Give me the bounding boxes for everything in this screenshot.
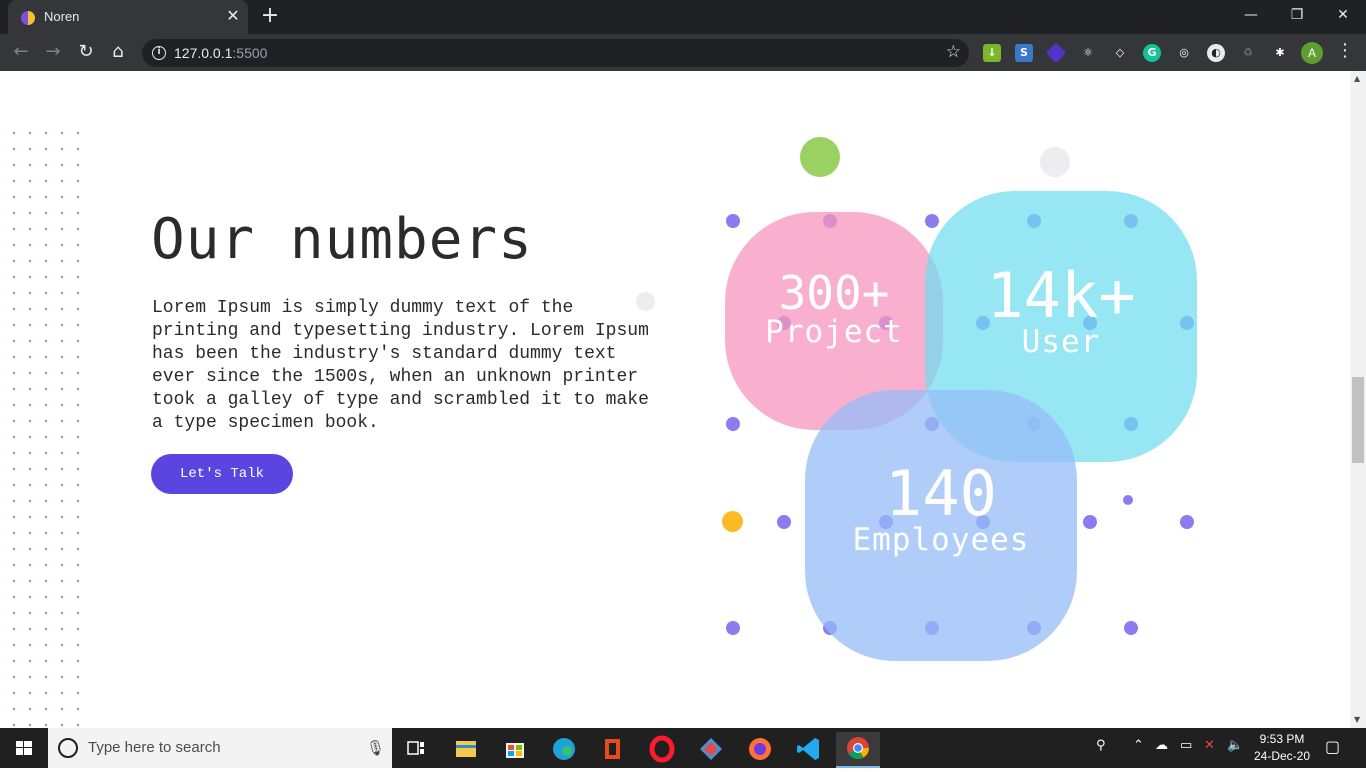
stat-value: 300+ — [778, 266, 890, 320]
decorative-dot-grid — [6, 125, 86, 728]
forward-button[interactable]: → — [40, 40, 66, 66]
stat-value: 140 — [885, 457, 997, 530]
react-extension-icon[interactable]: ⚛ — [1079, 44, 1097, 62]
microphone-icon[interactable]: 🎙 — [366, 739, 385, 757]
close-tab-icon[interactable]: ✕ — [223, 6, 243, 26]
circle-extension-icon[interactable]: ◐ — [1207, 44, 1225, 62]
section-description: Lorem Ipsum is simply dummy text of the … — [152, 298, 649, 433]
decorative-dot — [925, 214, 939, 228]
stat-label: User — [1021, 324, 1101, 360]
reload-button[interactable]: ↻ — [73, 40, 99, 66]
decorative-yellow-ball — [722, 511, 743, 532]
network-disconnected-icon[interactable]: ✕ — [1204, 738, 1215, 753]
back-button[interactable]: ← — [8, 40, 34, 66]
grammarly-extension-icon[interactable]: G — [1143, 44, 1161, 62]
vscode-button[interactable] — [787, 732, 831, 766]
restore-button[interactable]: ❐ — [1274, 0, 1320, 32]
extensions-puzzle-icon[interactable]: ✱ — [1271, 44, 1289, 62]
decorative-dot — [726, 621, 740, 635]
show-hidden-icons-chevron-icon[interactable]: ⌃ — [1133, 738, 1144, 753]
browser-tab-strip: Noren ✕ + — ❐ ✕ — [0, 0, 1366, 34]
onedrive-cloud-icon[interactable]: ☁ — [1155, 738, 1168, 753]
vscode-icon — [797, 738, 819, 760]
people-icon[interactable]: ⚲ — [1096, 738, 1106, 753]
gem-extension-icon[interactable]: ◇ — [1111, 44, 1129, 62]
folder-icon — [456, 741, 476, 757]
download-extension-icon[interactable]: ↓ — [983, 44, 1001, 62]
chrome-icon — [847, 737, 869, 759]
decorative-dot-small — [1123, 495, 1133, 505]
decorative-grey-ball-small — [636, 292, 655, 311]
web-page: Our numbers Lorem Ipsum is simply dummy … — [0, 71, 1350, 728]
profile-avatar[interactable]: A — [1301, 42, 1323, 64]
opera-button[interactable] — [640, 732, 684, 766]
taskbar-search-box[interactable]: Type here to search 🎙 — [48, 728, 392, 768]
edge-browser-button[interactable] — [542, 732, 586, 766]
task-view-button[interactable] — [394, 732, 438, 766]
bookmark-star-icon[interactable]: ☆ — [946, 42, 961, 62]
s-extension-icon[interactable]: S — [1015, 44, 1033, 62]
scroll-up-arrow-icon[interactable]: ▲ — [1354, 74, 1360, 83]
page-scrollbar[interactable]: ▲ ▼ — [1350, 71, 1366, 728]
clock-date: 24-Dec-20 — [1253, 749, 1311, 763]
minimize-button[interactable]: — — [1228, 0, 1274, 32]
home-button[interactable]: ⌂ — [105, 40, 131, 66]
start-button[interactable] — [0, 728, 48, 768]
url-text: 127.0.0.1:5500 — [174, 45, 268, 61]
decorative-grey-ball — [1040, 147, 1070, 177]
opera-icon — [649, 735, 675, 763]
decorative-green-ball — [800, 137, 840, 177]
firefox-icon — [749, 738, 771, 760]
office-button[interactable] — [591, 732, 635, 766]
close-window-button[interactable]: ✕ — [1320, 0, 1366, 32]
decorative-dot — [726, 214, 740, 228]
volume-icon[interactable]: 🔈 — [1227, 738, 1243, 753]
edge-icon — [553, 738, 575, 760]
git-app-icon — [700, 738, 722, 760]
cortana-circle-icon — [58, 738, 78, 758]
stat-value: 14k+ — [986, 259, 1136, 332]
file-explorer-button[interactable] — [444, 732, 488, 766]
browser-toolbar: ← → ↻ ⌂ i 127.0.0.1:5500 ☆ ↓ S ⚛ ◇ G ◎ ◐… — [0, 34, 1366, 71]
site-info-icon[interactable]: i — [152, 46, 166, 60]
browser-menu-icon[interactable]: ⋮ — [1336, 40, 1354, 61]
decorative-dot — [1180, 515, 1194, 529]
decorative-dot — [1124, 621, 1138, 635]
stat-label: Project — [765, 314, 903, 350]
decorative-dot — [1083, 515, 1097, 529]
stat-card-employees: 140 Employees — [805, 390, 1077, 661]
scroll-down-arrow-icon[interactable]: ▼ — [1354, 715, 1360, 724]
office-icon — [605, 739, 620, 759]
git-kraken-button[interactable] — [689, 732, 733, 766]
windows-logo-icon — [16, 741, 32, 755]
store-bag-icon — [506, 743, 524, 758]
decorative-dot — [726, 417, 740, 431]
diamond-extension-icon[interactable] — [1045, 42, 1067, 64]
lets-talk-button[interactable]: Let's Talk — [151, 454, 293, 494]
new-tab-button[interactable]: + — [258, 5, 282, 29]
task-view-icon — [407, 741, 424, 755]
windows-taskbar: Type here to search 🎙 ⚲ ⌃ ☁ ▭ ✕ 🔈 9:53 P… — [0, 728, 1366, 768]
battery-icon[interactable]: ▭ — [1180, 738, 1192, 753]
target-extension-icon[interactable]: ◎ — [1175, 44, 1193, 62]
address-bar[interactable]: i 127.0.0.1:5500 ☆ — [142, 39, 969, 67]
site-favicon-icon — [21, 11, 35, 25]
microsoft-store-button[interactable] — [493, 732, 537, 766]
scrollbar-thumb[interactable] — [1352, 377, 1364, 463]
notifications-icon[interactable]: ▢ — [1325, 737, 1340, 756]
search-placeholder: Type here to search — [88, 739, 221, 756]
browser-tab[interactable]: Noren ✕ — [8, 0, 248, 34]
recycle-extension-icon[interactable]: ♻ — [1239, 44, 1257, 62]
firefox-button[interactable] — [738, 732, 782, 766]
stat-label: Employees — [852, 522, 1030, 558]
taskbar-clock[interactable]: 9:53 PM 24-Dec-20 — [1250, 731, 1314, 765]
clock-time: 9:53 PM — [1259, 732, 1305, 746]
tab-title: Noren — [44, 9, 80, 24]
decorative-dot — [777, 515, 791, 529]
section-heading: Our numbers — [151, 207, 533, 272]
chrome-button[interactable] — [836, 732, 880, 768]
